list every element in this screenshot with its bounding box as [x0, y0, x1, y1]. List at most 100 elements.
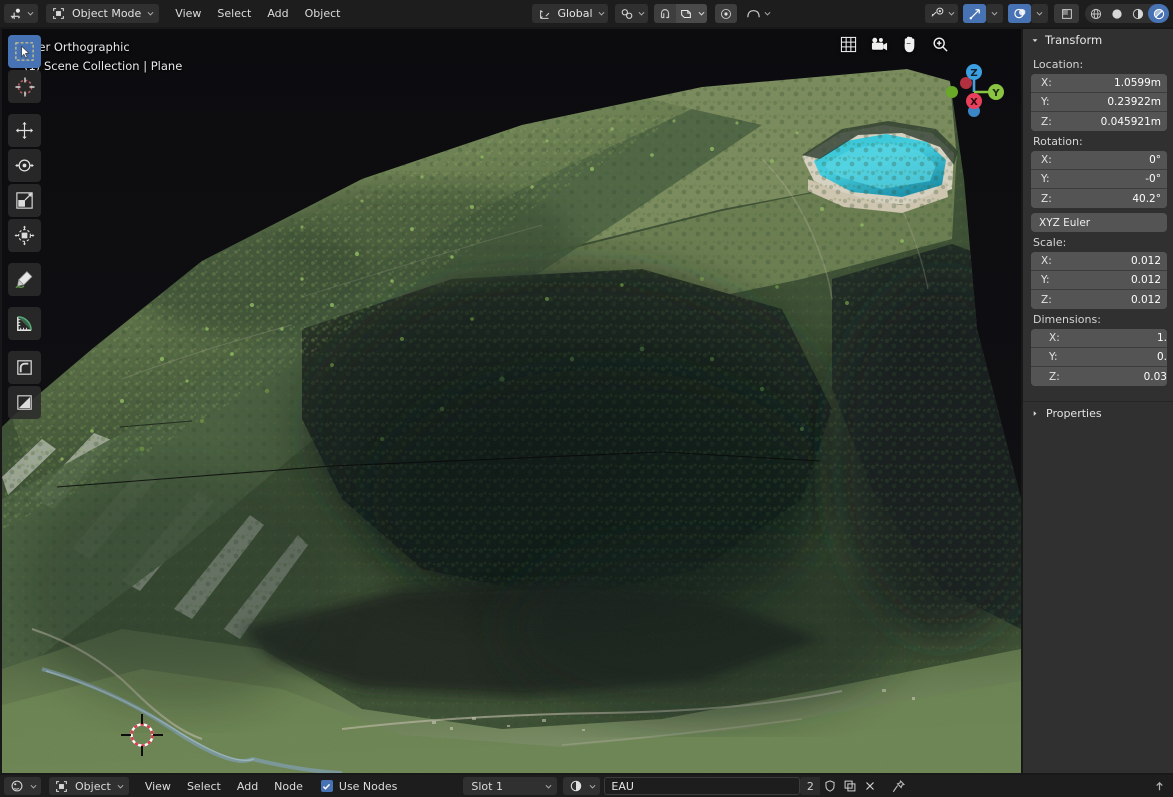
location-z-value: 0.045921m	[1100, 115, 1161, 128]
navigation-gizmo[interactable]: Z Y X	[941, 59, 1007, 125]
transform-panel-header[interactable]: Transform	[1023, 29, 1173, 51]
shading-wireframe-button[interactable]	[1085, 4, 1106, 23]
chevron-down-icon	[588, 777, 597, 796]
proportional-falloff-dropdown[interactable]	[695, 4, 707, 23]
transform-orientation-selector[interactable]: Global	[532, 4, 608, 23]
tool-scale[interactable]	[8, 184, 41, 217]
shading-material-button[interactable]	[1127, 4, 1148, 23]
svg-text:Z: Z	[970, 68, 977, 79]
rotation-x-key: X:	[1041, 154, 1052, 166]
tool-annotate[interactable]	[8, 263, 41, 296]
overlays-toggle[interactable]	[1008, 4, 1031, 23]
material-name-field[interactable]: EAU	[604, 777, 801, 795]
location-x-field[interactable]: X: 1.0599m	[1031, 74, 1167, 93]
pan-view-icon[interactable]	[902, 35, 919, 56]
xray-toggle-icon	[1058, 5, 1075, 22]
material-users-count[interactable]: 2	[800, 777, 821, 795]
properties-panel-title: Properties	[1046, 406, 1102, 420]
scale-y-key: Y:	[1041, 274, 1050, 286]
rotation-z-field[interactable]: Z: 40.2°	[1031, 189, 1167, 208]
camera-view-icon[interactable]	[870, 36, 889, 56]
snap-to-selector[interactable]	[614, 4, 648, 23]
dimensions-z-value: 0.03	[1143, 370, 1167, 383]
menu-view[interactable]: View	[167, 4, 209, 23]
3d-viewport[interactable]: User Orthographic (1) Scene Collection |…	[2, 29, 1021, 773]
snap-magnet-toggle[interactable]	[653, 4, 676, 23]
dimensions-y-field[interactable]: Y: 0.	[1031, 348, 1167, 367]
rotation-x-field[interactable]: X: 0°	[1031, 151, 1167, 170]
dimensions-y-value: 0.	[1156, 351, 1167, 363]
tool-transform[interactable]	[8, 219, 41, 252]
dimensions-x-field[interactable]: X: 1.	[1031, 329, 1167, 348]
material-browse-selector[interactable]	[563, 777, 601, 796]
falloff-smooth-selector[interactable]	[741, 4, 774, 23]
visibility-selector[interactable]	[925, 4, 958, 23]
scale-z-key: Z:	[1041, 293, 1052, 306]
overlays-dropdown[interactable]	[1031, 4, 1048, 23]
location-z-key: Z:	[1041, 115, 1052, 128]
rotation-label: Rotation:	[1033, 135, 1083, 148]
pin-icon[interactable]	[888, 777, 908, 795]
svg-text:X: X	[970, 97, 978, 108]
chevron-down-icon	[116, 777, 125, 796]
location-y-key: Y:	[1041, 96, 1050, 108]
shader-editor-type-selector[interactable]	[4, 777, 41, 795]
menu-object[interactable]: Object	[297, 4, 349, 23]
toggle-grid-icon[interactable]	[840, 36, 857, 56]
dimensions-z-field[interactable]: Z: 0.03	[1031, 367, 1167, 386]
properties-panel-header[interactable]: Properties	[1023, 402, 1173, 424]
object-mode-selector[interactable]: Object Mode	[46, 4, 160, 23]
rotation-z-key: Z:	[1041, 192, 1052, 205]
shader-type-label: Object	[75, 779, 111, 793]
shader-menu-node[interactable]: Node	[266, 777, 311, 796]
chevron-down-icon	[763, 4, 772, 23]
gizmo-toggle[interactable]	[963, 4, 986, 23]
new-material-copy-icon[interactable]	[840, 777, 860, 795]
proportional-edit-toggle[interactable]	[675, 4, 696, 23]
scale-x-field[interactable]: X: 0.012	[1031, 252, 1167, 271]
gizmo-dropdown[interactable]	[986, 4, 1003, 23]
shader-menu-add[interactable]: Add	[229, 777, 266, 796]
menu-add[interactable]: Add	[259, 4, 296, 23]
xray-toggle[interactable]	[1054, 4, 1079, 23]
scale-y-field[interactable]: Y: 0.012	[1031, 271, 1167, 290]
shading-solid-button[interactable]	[1106, 4, 1127, 23]
editor-type-selector[interactable]	[4, 4, 38, 23]
rotation-mode-selector[interactable]: XYZ Euler	[1031, 213, 1167, 232]
tool-add-primitive[interactable]	[8, 351, 41, 384]
location-z-field[interactable]: Z: 0.045921m	[1031, 112, 1167, 131]
shader-menu-select[interactable]: Select	[179, 777, 229, 796]
transform-orientation-label: Global	[557, 7, 593, 20]
zoom-view-icon[interactable]	[932, 36, 949, 56]
material-slot-selector[interactable]: Slot 1	[463, 777, 558, 795]
location-y-field[interactable]: Y: 0.23922m	[1031, 93, 1167, 112]
tool-move[interactable]	[8, 114, 41, 147]
shading-rendered-button[interactable]	[1148, 4, 1169, 23]
shader-menu-view[interactable]: View	[137, 777, 179, 796]
dimensions-x-key: X:	[1049, 332, 1060, 344]
menu-select[interactable]: Select	[209, 4, 259, 23]
chevron-down-icon	[26, 4, 35, 23]
viewport-shading-group	[1085, 4, 1169, 23]
scale-z-value: 0.012	[1130, 293, 1161, 306]
overlays-icon	[1012, 5, 1029, 22]
scale-z-field[interactable]: Z: 0.012	[1031, 290, 1167, 309]
shader-type-selector[interactable]: Object	[49, 777, 129, 795]
unlink-material-x-icon[interactable]	[860, 777, 880, 795]
tool-shear[interactable]	[8, 386, 41, 419]
viewport-toolbar	[8, 35, 46, 421]
use-nodes-checkbox[interactable]	[320, 780, 333, 792]
rotation-y-key: Y:	[1041, 173, 1050, 185]
shader-editor-header: Object View Select Add Node Use Nodes Sl…	[0, 775, 1173, 797]
material-slot-label: Slot 1	[471, 779, 503, 793]
tool-cursor[interactable]	[8, 70, 41, 103]
tool-measure[interactable]	[8, 307, 41, 340]
scale-x-key: X:	[1041, 255, 1052, 267]
collapse-editor-icon[interactable]	[1149, 777, 1169, 795]
scale-fields: X: 0.012 Y: 0.012 Z: 0.012	[1031, 252, 1167, 309]
pivot-median-point-icon[interactable]	[714, 4, 737, 23]
tool-rotate[interactable]	[8, 149, 41, 182]
fake-user-shield-icon[interactable]	[820, 777, 840, 795]
rotation-y-field[interactable]: Y: -0°	[1031, 170, 1167, 189]
tool-select-box[interactable]	[8, 35, 41, 68]
